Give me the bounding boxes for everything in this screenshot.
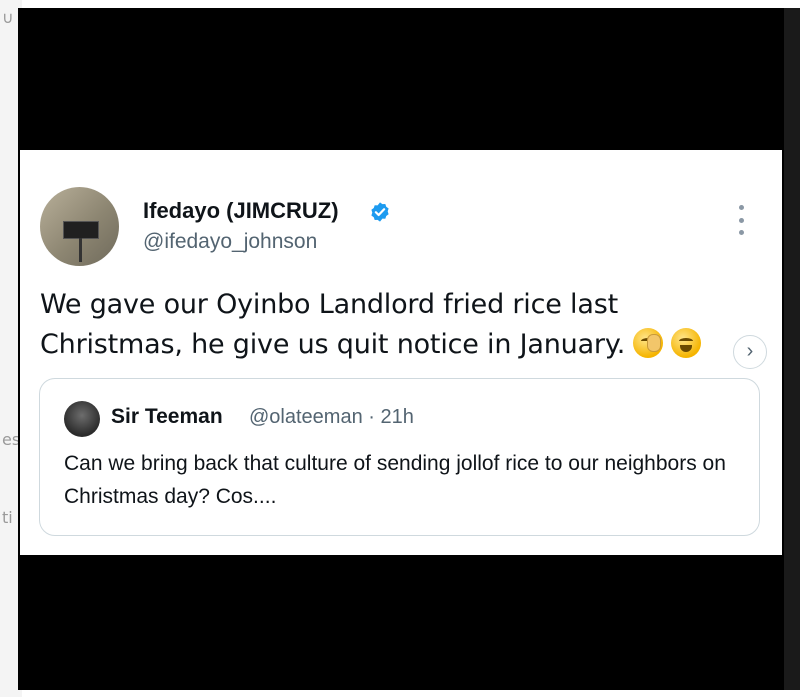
tears-of-joy-emoji-icon: [671, 328, 702, 358]
author-name[interactable]: Ifedayo (JIMCRUZ): [143, 198, 339, 224]
background-text-fragment: ∪: [2, 8, 14, 27]
quoted-author-handle[interactable]: @olateeman: [249, 406, 363, 428]
quoted-author-name[interactable]: Sir Teeman: [111, 405, 223, 429]
frame-edge: [784, 8, 800, 690]
chevron-right-icon[interactable]: ›: [733, 335, 767, 369]
tweet-card: Ifedayo (JIMCRUZ) @ifedayo_johnson We ga…: [20, 150, 782, 555]
background-text-fragment: ti: [2, 508, 13, 527]
quoted-tweet[interactable]: Sir Teeman @olateeman · 21h Can we bring…: [39, 378, 760, 536]
author-avatar[interactable]: [40, 187, 119, 266]
tweet-text: We gave our Oyinbo Landlord fried rice l…: [40, 285, 760, 365]
quoted-author-avatar[interactable]: [64, 401, 100, 437]
quoted-tweet-text: Can we bring back that culture of sendin…: [64, 452, 726, 508]
avatar-sign-image: [63, 221, 99, 262]
author-handle[interactable]: @ifedayo_johnson: [143, 230, 317, 254]
more-options-icon[interactable]: [734, 205, 748, 235]
verified-badge-icon: [371, 202, 389, 222]
tweet-body: We gave our Oyinbo Landlord fried rice l…: [40, 289, 626, 360]
face-with-hand-over-eye-emoji-icon: [633, 328, 664, 358]
meta-separator: ·: [368, 406, 375, 428]
quoted-tweet-time[interactable]: 21h: [381, 406, 414, 428]
quoted-author-meta: @olateeman · 21h: [249, 406, 414, 429]
